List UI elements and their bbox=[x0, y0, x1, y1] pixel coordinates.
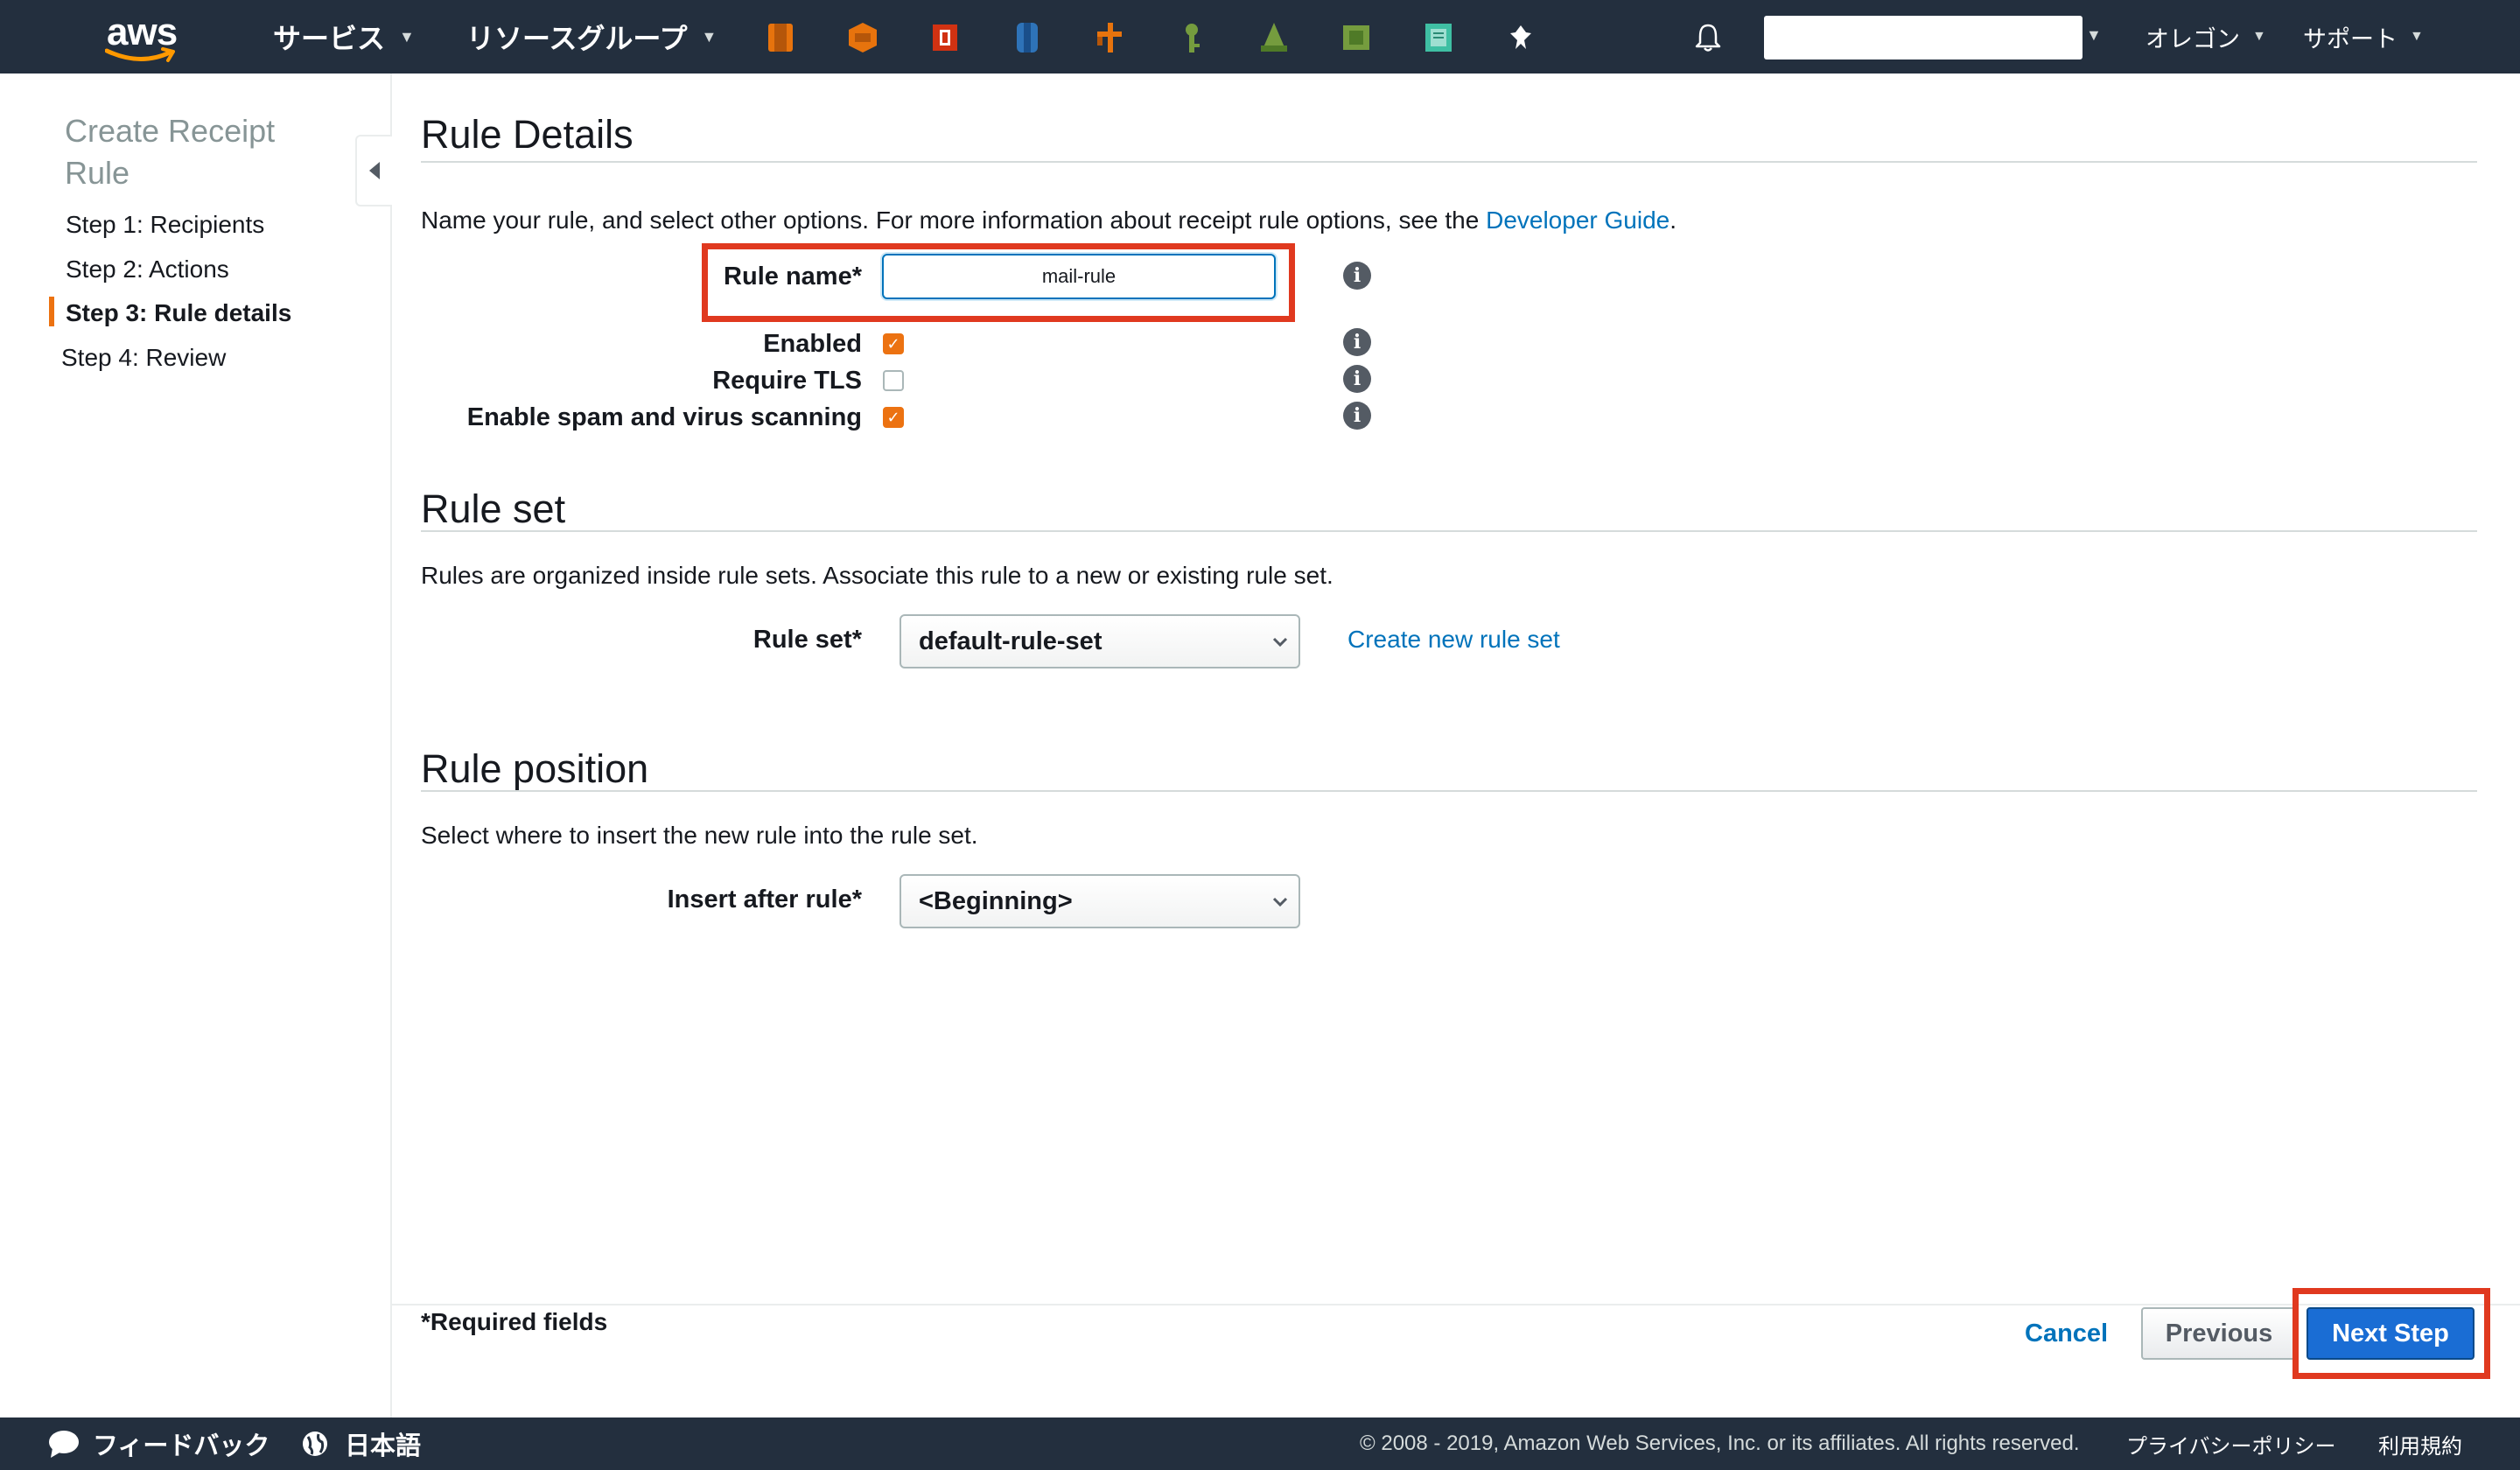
chevron-down-icon: ▼ bbox=[399, 27, 415, 46]
section-divider bbox=[421, 161, 2477, 163]
iam-icon[interactable] bbox=[1176, 21, 1208, 54]
services-menu[interactable]: サービス ▼ bbox=[273, 0, 415, 74]
feedback-button[interactable]: フィードバック bbox=[47, 1418, 270, 1470]
spam-scan-checkbox[interactable]: ✓ bbox=[883, 407, 904, 428]
copyright-text: © 2008 - 2019, Amazon Web Services, Inc.… bbox=[1360, 1432, 2080, 1455]
chevron-down-icon: ▼ bbox=[701, 27, 718, 46]
ec2-icon[interactable] bbox=[765, 21, 796, 54]
rule-name-input[interactable] bbox=[882, 254, 1276, 299]
workdocs-icon[interactable] bbox=[1423, 21, 1454, 54]
ses-icon[interactable] bbox=[929, 21, 961, 54]
language-selector[interactable]: 日本語 bbox=[301, 1418, 421, 1470]
globe-icon bbox=[303, 1432, 327, 1456]
next-step-button[interactable]: Next Step bbox=[2306, 1307, 2474, 1360]
wizard-sidebar: Create Receipt Rule Step 1: Recipients S… bbox=[0, 74, 392, 1418]
rule-name-label: Rule name* bbox=[724, 262, 862, 290]
rule-position-description: Select where to insert the new rule into… bbox=[421, 822, 978, 849]
pin-icon[interactable] bbox=[1505, 21, 1536, 54]
chevron-down-icon: ▼ bbox=[2252, 29, 2266, 44]
step-review[interactable]: Step 4: Review bbox=[61, 344, 226, 372]
resource-groups-label: リソースグループ bbox=[466, 23, 688, 54]
description-text: Name your rule, and select other options… bbox=[421, 206, 1480, 234]
language-label: 日本語 bbox=[345, 1432, 422, 1460]
services-label: サービス bbox=[273, 23, 386, 54]
rule-position-title: Rule position bbox=[421, 746, 649, 791]
account-menu[interactable] bbox=[1764, 16, 2082, 60]
rule-details-title: Rule Details bbox=[421, 112, 634, 157]
cloudformation-icon[interactable] bbox=[1258, 21, 1290, 54]
active-step-indicator bbox=[49, 297, 54, 326]
description-period: . bbox=[1670, 206, 1676, 234]
require-tls-checkbox[interactable] bbox=[883, 370, 904, 391]
privacy-policy-link[interactable]: プライバシーポリシー bbox=[2126, 1418, 2336, 1470]
region-menu[interactable]: オレゴン ▼ bbox=[2146, 0, 2266, 74]
feedback-label: フィードバック bbox=[93, 1432, 270, 1460]
insert-after-rule-select[interactable]: <Beginning> bbox=[900, 874, 1300, 928]
enabled-checkbox[interactable]: ✓ bbox=[883, 333, 904, 354]
speech-bubble-icon bbox=[49, 1431, 79, 1458]
cloudwatch-icon[interactable] bbox=[1340, 21, 1372, 54]
chevron-down-icon: ▼ bbox=[2410, 29, 2424, 44]
rule-set-title: Rule set bbox=[421, 486, 566, 531]
insert-after-selected-value: <Beginning> bbox=[919, 886, 1073, 915]
required-fields-note: *Required fields bbox=[421, 1308, 608, 1335]
chevron-down-icon bbox=[1272, 637, 1288, 648]
rule-set-selected-value: default-rule-set bbox=[919, 626, 1102, 655]
collapse-sidebar-button[interactable] bbox=[355, 135, 392, 206]
rule-set-description: Rules are organized inside rule sets. As… bbox=[421, 562, 1334, 589]
bell-icon[interactable] bbox=[1691, 21, 1725, 54]
support-label: サポート bbox=[2303, 25, 2398, 52]
chevron-left-icon bbox=[369, 162, 380, 179]
create-new-rule-set-link[interactable]: Create new rule set bbox=[1348, 626, 1560, 654]
rule-set-label: Rule set* bbox=[752, 626, 862, 654]
lambda-icon[interactable] bbox=[1094, 21, 1125, 54]
rule-details-description: Name your rule, and select other options… bbox=[421, 206, 1676, 234]
step-actions[interactable]: Step 2: Actions bbox=[66, 256, 229, 284]
s3-icon[interactable] bbox=[847, 21, 878, 54]
support-menu[interactable]: サポート ▼ bbox=[2303, 0, 2424, 74]
wizard-title: Create Receipt Rule bbox=[65, 113, 276, 191]
chevron-down-icon bbox=[1272, 897, 1288, 907]
section-divider bbox=[421, 790, 2477, 792]
terms-link[interactable]: 利用規約 bbox=[2378, 1418, 2462, 1470]
rule-set-select[interactable]: default-rule-set bbox=[900, 614, 1300, 668]
bottom-bar: フィードバック 日本語 © 2008 - 2019, Amazon Web Se… bbox=[0, 1418, 2520, 1470]
info-icon[interactable]: i bbox=[1343, 262, 1371, 290]
require-tls-label: Require TLS bbox=[712, 367, 862, 395]
developer-guide-link[interactable]: Developer Guide bbox=[1486, 206, 1670, 234]
enabled-label: Enabled bbox=[763, 330, 862, 358]
aws-smile-icon bbox=[105, 47, 175, 62]
cancel-button[interactable]: Cancel bbox=[2025, 1320, 2108, 1348]
region-label: オレゴン bbox=[2146, 25, 2240, 52]
info-icon[interactable]: i bbox=[1343, 402, 1371, 430]
step-recipients[interactable]: Step 1: Recipients bbox=[66, 211, 264, 239]
info-icon[interactable]: i bbox=[1343, 365, 1371, 393]
section-divider bbox=[421, 530, 2477, 532]
insert-after-rule-label: Insert after rule* bbox=[667, 886, 862, 914]
resource-groups-menu[interactable]: リソースグループ ▼ bbox=[466, 0, 717, 74]
dynamodb-icon[interactable] bbox=[1012, 21, 1043, 54]
previous-button[interactable]: Previous bbox=[2141, 1307, 2297, 1360]
action-bar-divider bbox=[392, 1304, 2520, 1306]
chevron-down-icon[interactable]: ▼ bbox=[2086, 26, 2102, 45]
info-icon[interactable]: i bbox=[1343, 328, 1371, 356]
aws-logo[interactable]: aws bbox=[103, 9, 182, 66]
step-rule-details[interactable]: Step 3: Rule details bbox=[66, 299, 291, 327]
top-navigation-bar: aws サービス ▼ リソースグループ ▼ ▼ オレゴン ▼ サポート ▼ bbox=[0, 0, 2520, 74]
spam-scan-label: Enable spam and virus scanning bbox=[466, 403, 862, 431]
